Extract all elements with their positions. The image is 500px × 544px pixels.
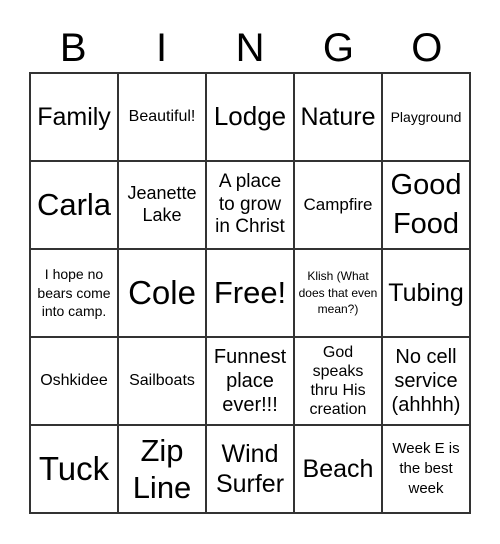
bingo-cell: No cell service (ahhhh) (382, 337, 470, 425)
bingo-cell: Klish (What does that even mean?) (294, 249, 382, 337)
bingo-cell: Week E is the best week (382, 425, 470, 513)
bingo-cell: Cole (118, 249, 206, 337)
bingo-grid: Family Beautiful! Lodge Nature Playgroun… (29, 72, 471, 514)
bingo-cell: Free! (206, 249, 294, 337)
bingo-cell: Campfire (294, 161, 382, 249)
bingo-cell: Tubing (382, 249, 470, 337)
header-letter-g: G (322, 26, 354, 70)
bingo-cell: Jeanette Lake (118, 161, 206, 249)
bingo-cell: Funnest place ever!!! (206, 337, 294, 425)
bingo-cell: A place to grow in Christ (206, 161, 294, 249)
bingo-cell: Beach (294, 425, 382, 513)
header-letter-b: B (59, 26, 87, 70)
bingo-cell: Wind Surfer (206, 425, 294, 513)
bingo-cell: Playground (382, 73, 470, 161)
bingo-card: B I N G O Family Beautiful! Lodge Nature… (0, 0, 500, 544)
bingo-cell: Good Food (382, 161, 470, 249)
header-letter-o: O (411, 26, 443, 70)
bingo-cell: Oshkidee (30, 337, 118, 425)
bingo-cell: Lodge (206, 73, 294, 161)
bingo-cell: Family (30, 73, 118, 161)
bingo-cell: Carla (30, 161, 118, 249)
header-letter-i: I (156, 26, 168, 70)
bingo-cell: Zip Line (118, 425, 206, 513)
bingo-header: B I N G O (29, 22, 471, 74)
bingo-cell: Sailboats (118, 337, 206, 425)
bingo-cell: I hope no bears come into camp. (30, 249, 118, 337)
header-letter-n: N (235, 26, 265, 70)
bingo-cell: Nature (294, 73, 382, 161)
bingo-cell: Tuck (30, 425, 118, 513)
bingo-cell: Beautiful! (118, 73, 206, 161)
bingo-cell: God speaks thru His creation (294, 337, 382, 425)
